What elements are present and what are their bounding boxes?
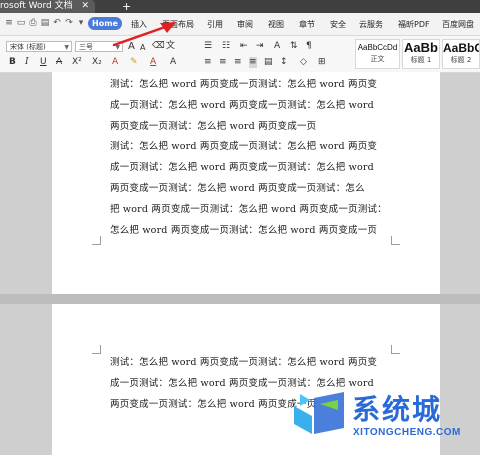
char-shading-icon[interactable]: A xyxy=(170,57,176,68)
close-icon[interactable]: ✕ xyxy=(81,1,89,11)
new-tab-plus-icon[interactable]: + xyxy=(122,0,131,13)
margin-corner-mark xyxy=(391,236,400,245)
tab-baidu-netdisk[interactable]: 百度网盘 xyxy=(442,19,474,30)
watermark-url: XITONGCHENG.COM xyxy=(353,427,461,438)
paragraph-line: 测试：怎么把 word 两页变成一页测试：怎么把 word 两页变 xyxy=(110,79,378,90)
menu-icon[interactable]: ≡ xyxy=(4,18,14,28)
margin-corner-mark xyxy=(92,236,101,245)
subscript-icon[interactable]: X₂ xyxy=(92,57,102,68)
undo-icon[interactable]: ↶ xyxy=(52,18,62,28)
style-sample: AaBbCcDd xyxy=(357,43,398,52)
tab-security[interactable]: 安全 xyxy=(330,19,346,30)
text-effect-icon[interactable]: A xyxy=(112,57,118,68)
underline-icon[interactable]: U xyxy=(40,57,47,68)
title-bar: rosoft Word 文档 ✕ + xyxy=(0,0,480,13)
tab-references[interactable]: 引用 xyxy=(207,19,223,30)
style-heading-1[interactable]: AaBb 标题 1 xyxy=(402,39,440,69)
tab-chapter[interactable]: 章节 xyxy=(299,19,315,30)
strikethrough-icon[interactable]: A xyxy=(56,57,62,68)
superscript-icon[interactable]: X² xyxy=(72,57,82,68)
justify-icon[interactable]: ≡ xyxy=(249,57,257,68)
tab-cloud-service[interactable]: 云服务 xyxy=(359,19,383,30)
paragraph-line: 成一页测试：怎么把 word 两页变成一页测试：怎么把 word xyxy=(110,377,374,389)
tab-view[interactable]: 视图 xyxy=(268,19,284,30)
distribute-icon[interactable]: ▤ xyxy=(264,57,273,68)
page-gap xyxy=(0,294,480,304)
font-name-select[interactable]: 宋体 (标题) ▼ xyxy=(6,41,72,52)
style-caption: 正文 xyxy=(370,55,385,63)
watermark-logo-icon xyxy=(294,392,344,434)
paragraph-line: 成一页测试：怎么把 word 两页变成一页测试：怎么把 word xyxy=(110,99,374,111)
chinese-layout-icon[interactable]: A xyxy=(274,41,280,52)
borders-icon[interactable]: ⊞ xyxy=(318,57,326,68)
increase-indent-icon[interactable]: ⇥ xyxy=(256,41,264,52)
line-spacing-icon[interactable]: ↕ xyxy=(280,57,288,68)
tab-review[interactable]: 审阅 xyxy=(237,19,253,30)
dropdown-arrow-icon[interactable]: ▾ xyxy=(76,18,86,28)
shading-icon[interactable]: ◇ xyxy=(300,57,307,68)
document-title: rosoft Word 文档 xyxy=(0,1,73,11)
align-left-icon[interactable]: ≡ xyxy=(204,57,212,68)
style-sample: AaBb xyxy=(404,40,438,55)
menu-bar: ≡ ▭ ⎙ ▤ ↶ ↷ ▾ Home 插入 页面布局 引用 审阅 视图 章节 安… xyxy=(0,13,480,36)
show-marks-icon[interactable]: ¶ xyxy=(306,41,312,52)
chevron-down-icon: ▼ xyxy=(64,44,69,51)
tab-foxit-pdf[interactable]: 福昕PDF xyxy=(398,19,430,30)
print-icon[interactable]: ▭ xyxy=(16,18,26,28)
paragraph-line: 两页变成一页测试：怎么把 word 两页变成一页 xyxy=(110,398,317,410)
paragraph-line: 测试：怎么把 word 两页变成一页测试：怎么把 word 两页变 xyxy=(110,357,378,368)
font-color-icon[interactable]: A xyxy=(150,57,156,68)
paragraph-line: 成一页测试：怎么把 word 两页变成一页测试：怎么把 word xyxy=(110,162,374,174)
paragraph-line: 测试：怎么把 word 两页变成一页测试：怎么把 word 两页变 xyxy=(110,141,378,153)
align-center-icon[interactable]: ≡ xyxy=(219,57,227,68)
document-tab[interactable]: rosoft Word 文档 ✕ xyxy=(0,0,96,13)
ribbon-toolbar: 宋体 (标题) ▼ 三号 ▼ A A ⌫ 文 B I U A X² X₂ A ✎… xyxy=(0,36,480,73)
style-sample: AaBbC xyxy=(443,41,480,55)
paragraph-line: 两页变成一页测试：怎么把 word 两页变成一页测试：怎么 xyxy=(110,183,365,194)
bullet-list-icon[interactable]: ☰ xyxy=(204,41,212,52)
font-size-value: 三号 xyxy=(79,43,93,51)
export-icon[interactable]: ▤ xyxy=(40,18,50,28)
bold-icon[interactable]: B xyxy=(9,57,16,68)
style-caption: 标题 1 xyxy=(410,56,432,64)
redo-icon[interactable]: ↷ xyxy=(64,18,74,28)
sort-icon[interactable]: ⇅ xyxy=(290,41,298,52)
numbered-list-icon[interactable]: ☷ xyxy=(222,41,230,52)
print-preview-icon[interactable]: ⎙ xyxy=(28,18,38,28)
paragraph-line: 两页变成一页测试：怎么把 word 两页变成一页 xyxy=(110,120,317,132)
red-arrow-annotation xyxy=(112,22,176,47)
highlight-icon[interactable]: ✎ xyxy=(130,57,138,68)
watermark-name: 系统城 xyxy=(352,393,443,426)
margin-corner-mark xyxy=(391,345,400,354)
decrease-indent-icon[interactable]: ⇤ xyxy=(240,41,248,52)
style-normal[interactable]: AaBbCcDd 正文 xyxy=(355,39,400,69)
style-heading-2[interactable]: AaBbC 标题 2 xyxy=(442,39,480,69)
paragraph-line: 怎么把 word 两页变成一页测试：怎么把 word 两页变成一页 xyxy=(110,224,378,236)
paragraph-line: 把 word 两页变成一页测试：怎么把 word 两页变成一页测试： xyxy=(110,203,387,215)
font-name-value: 宋体 (标题) xyxy=(10,43,46,51)
margin-corner-mark xyxy=(92,345,101,354)
align-right-icon[interactable]: ≡ xyxy=(234,57,242,68)
italic-icon[interactable]: I xyxy=(25,57,29,68)
style-caption: 标题 2 xyxy=(450,56,472,64)
